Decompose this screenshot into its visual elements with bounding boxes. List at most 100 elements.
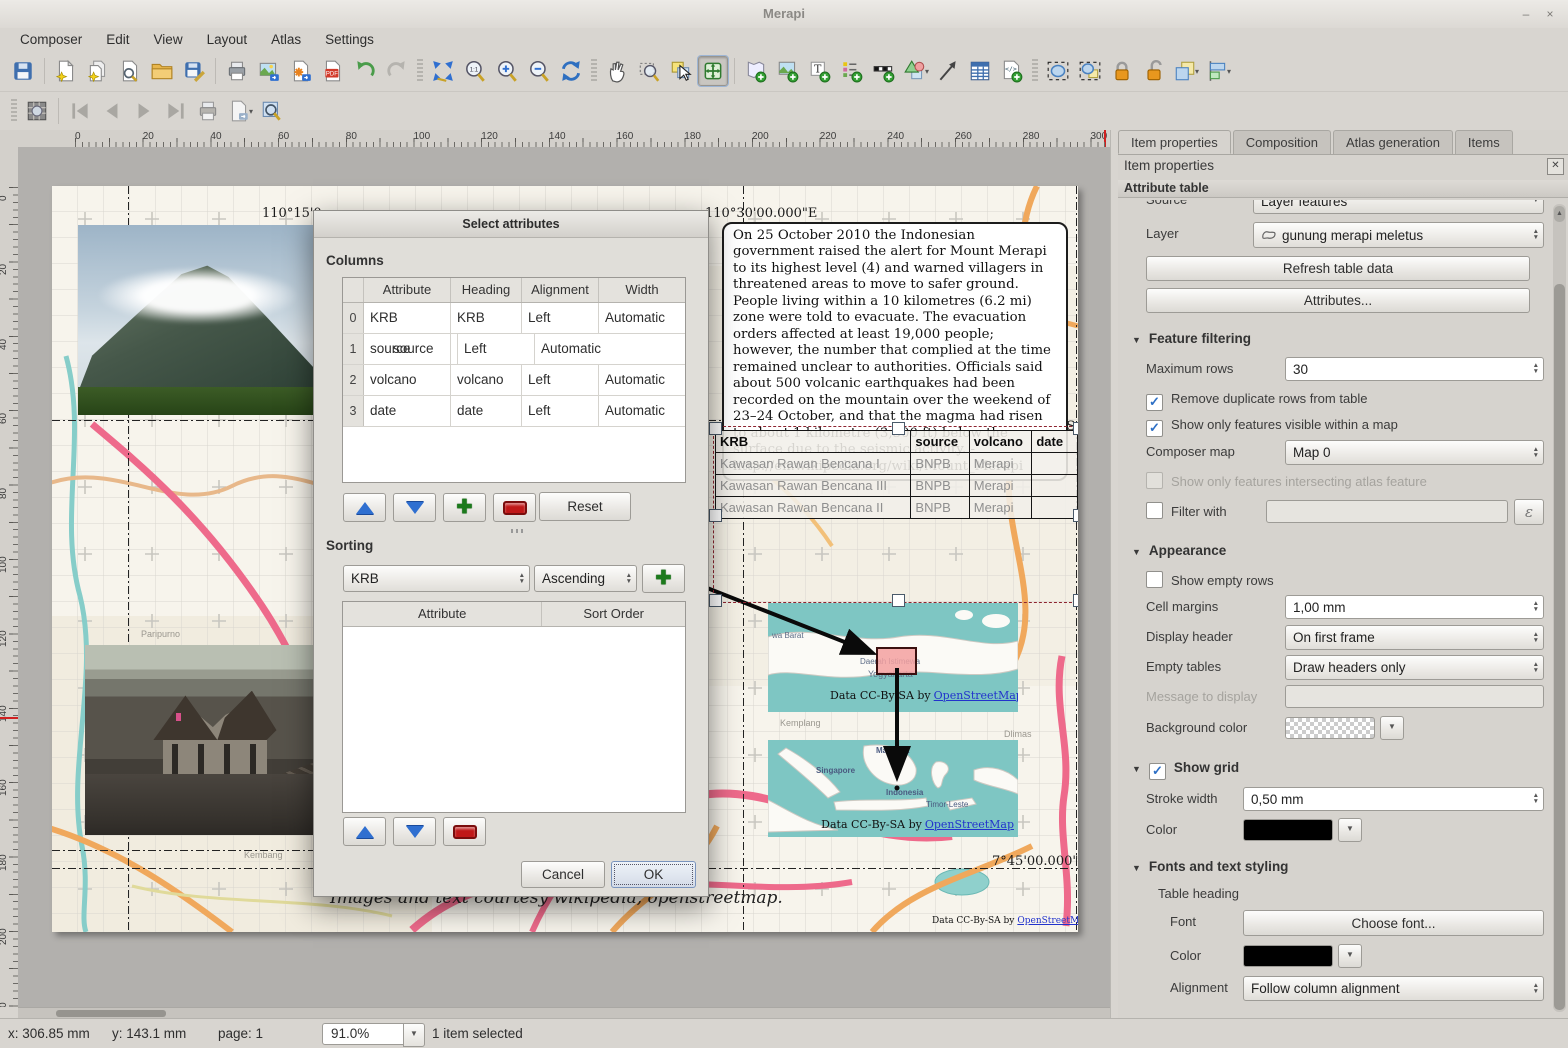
stroke-width-input[interactable]: 0,50 mm▲▼: [1243, 787, 1544, 811]
tab-atlas-generation[interactable]: Atlas generation: [1333, 130, 1453, 154]
save-button[interactable]: [8, 56, 38, 86]
expression-builder-button[interactable]: ε: [1514, 499, 1544, 525]
source-combo[interactable]: Layer features▼: [1253, 200, 1544, 214]
raise-items-button[interactable]: ▾: [1171, 56, 1201, 86]
zoom-region-button[interactable]: [634, 56, 664, 86]
scrollbar-thumb[interactable]: [1554, 284, 1565, 1010]
cell-margins-input[interactable]: 1,00 mm▲▼: [1285, 595, 1544, 619]
move-column-up-button[interactable]: [343, 493, 386, 522]
grid-color-dropdown[interactable]: ▼: [1338, 818, 1362, 842]
checkbox-checked-icon[interactable]: ✓: [1146, 420, 1163, 437]
menu-layout[interactable]: Layout: [197, 30, 258, 49]
previous-feature-button[interactable]: [97, 96, 127, 126]
add-html-frame-button[interactable]: </>: [997, 56, 1027, 86]
close-icon[interactable]: ×: [1542, 7, 1558, 21]
header-sort-order[interactable]: Sort Order: [542, 602, 685, 626]
move-column-down-button[interactable]: [393, 493, 436, 522]
composer-manager-button[interactable]: [115, 56, 145, 86]
remove-sort-button[interactable]: [443, 817, 486, 846]
undo-button[interactable]: [350, 56, 380, 86]
header-attribute[interactable]: Attribute: [364, 278, 451, 302]
checkbox-unchecked-icon[interactable]: [1146, 571, 1163, 588]
new-composition-button[interactable]: [51, 56, 81, 86]
save-as-template-button[interactable]: [179, 56, 209, 86]
zoom-out-button[interactable]: [524, 56, 554, 86]
first-feature-button[interactable]: [65, 96, 95, 126]
fonts-header[interactable]: ▼Fonts and text styling: [1132, 859, 1288, 877]
header-width[interactable]: Width: [599, 278, 685, 302]
heading-color-dropdown[interactable]: ▼: [1338, 944, 1362, 968]
pan-button[interactable]: [602, 56, 632, 86]
column-row[interactable]: 0KRBKRBLeftAutomatic: [343, 303, 685, 334]
unlock-items-button[interactable]: [1139, 56, 1169, 86]
select-move-item-button[interactable]: [666, 56, 696, 86]
show-grid-header[interactable]: ▼✓Show grid: [1132, 760, 1239, 778]
show-empty-rows-row[interactable]: Show empty rows: [1146, 569, 1544, 593]
print-atlas-button[interactable]: [193, 96, 223, 126]
zoom-dropdown-arrow[interactable]: ▼: [403, 1023, 425, 1047]
appearance-header[interactable]: ▼Appearance: [1132, 543, 1226, 561]
redo-button[interactable]: [382, 56, 412, 86]
background-color-dropdown[interactable]: ▼: [1380, 716, 1404, 740]
show-visible-row[interactable]: ✓Show only features visible within a map: [1146, 413, 1544, 437]
last-feature-button[interactable]: [161, 96, 191, 126]
add-label-button[interactable]: T: [805, 56, 835, 86]
duplicate-composition-button[interactable]: [83, 56, 113, 86]
scrollbar-up-arrow[interactable]: ▲: [1554, 206, 1565, 222]
add-legend-button[interactable]: [837, 56, 867, 86]
refresh-table-data-button[interactable]: Refresh table data: [1146, 256, 1530, 281]
openstreetmap-link[interactable]: OpenStreetMap: [1017, 916, 1078, 926]
tab-items[interactable]: Items: [1455, 130, 1513, 154]
zoom-level-combo[interactable]: 91.0%: [322, 1023, 404, 1045]
dialog-title-bar[interactable]: Select attributes: [314, 211, 708, 238]
maximum-rows-input[interactable]: 30▲▼: [1285, 357, 1544, 381]
openstreetmap-link[interactable]: OpenStreetMap: [934, 689, 1018, 702]
move-sort-down-button[interactable]: [393, 817, 436, 846]
empty-tables-combo[interactable]: Draw headers only▲▼: [1285, 655, 1544, 680]
tab-item-properties[interactable]: Item properties: [1118, 130, 1231, 154]
choose-font-button[interactable]: Choose font...: [1243, 910, 1544, 936]
background-color-swatch[interactable]: [1285, 717, 1375, 739]
cancel-button[interactable]: Cancel: [521, 861, 605, 888]
reset-button[interactable]: Reset: [539, 492, 631, 521]
columns-table[interactable]: Attribute Heading Alignment Width 0KRBKR…: [342, 277, 686, 483]
header-heading[interactable]: Heading: [451, 278, 522, 302]
atlas-settings-button[interactable]: [257, 96, 287, 126]
zoom-in-button[interactable]: [492, 56, 522, 86]
display-header-combo[interactable]: On first frame▲▼: [1285, 625, 1544, 650]
tab-composition[interactable]: Composition: [1233, 130, 1331, 154]
checkbox-checked-icon[interactable]: ✓: [1146, 394, 1163, 411]
panel-scrollbar[interactable]: ▲: [1553, 204, 1566, 1012]
menu-view[interactable]: View: [144, 30, 193, 49]
openstreetmap-link[interactable]: OpenStreetMap: [925, 818, 1014, 831]
heading-color-swatch[interactable]: [1243, 945, 1333, 967]
checkbox-checked-icon[interactable]: ✓: [1149, 763, 1166, 780]
open-composition-button[interactable]: [147, 56, 177, 86]
composer-map-combo[interactable]: Map 0▲▼: [1285, 440, 1544, 465]
checkbox-unchecked-icon[interactable]: [1146, 502, 1163, 519]
panel-close-icon[interactable]: ✕: [1547, 158, 1564, 175]
header-sort-attribute[interactable]: Attribute: [343, 602, 542, 626]
scrollbar-thumb[interactable]: [56, 1010, 166, 1017]
refresh-view-button[interactable]: [556, 56, 586, 86]
export-svg-button[interactable]: [286, 56, 316, 86]
lock-items-button[interactable]: [1107, 56, 1137, 86]
feature-filtering-header[interactable]: ▼Feature filtering: [1132, 331, 1251, 349]
sort-order-combo[interactable]: Ascending▲▼: [534, 565, 637, 592]
add-image-button[interactable]: [773, 56, 803, 86]
add-sort-button[interactable]: ✚: [642, 564, 685, 593]
move-item-content-button[interactable]: [698, 56, 728, 86]
move-sort-up-button[interactable]: [343, 817, 386, 846]
menu-composer[interactable]: Composer: [10, 30, 92, 49]
remove-column-button[interactable]: [493, 493, 536, 522]
zoom-full-button[interactable]: [428, 56, 458, 86]
sort-column-combo[interactable]: KRB▲▼: [343, 565, 530, 592]
print-button[interactable]: [222, 56, 252, 86]
align-items-button[interactable]: ▾: [1203, 56, 1233, 86]
sorting-table[interactable]: Attribute Sort Order: [342, 601, 686, 813]
export-pdf-button[interactable]: PDF: [318, 56, 348, 86]
zoom-actual-button[interactable]: 1:1: [460, 56, 490, 86]
add-attribute-table-button[interactable]: [965, 56, 995, 86]
remove-duplicate-row[interactable]: ✓Remove duplicate rows from table: [1146, 387, 1544, 411]
menu-atlas[interactable]: Atlas: [261, 30, 311, 49]
